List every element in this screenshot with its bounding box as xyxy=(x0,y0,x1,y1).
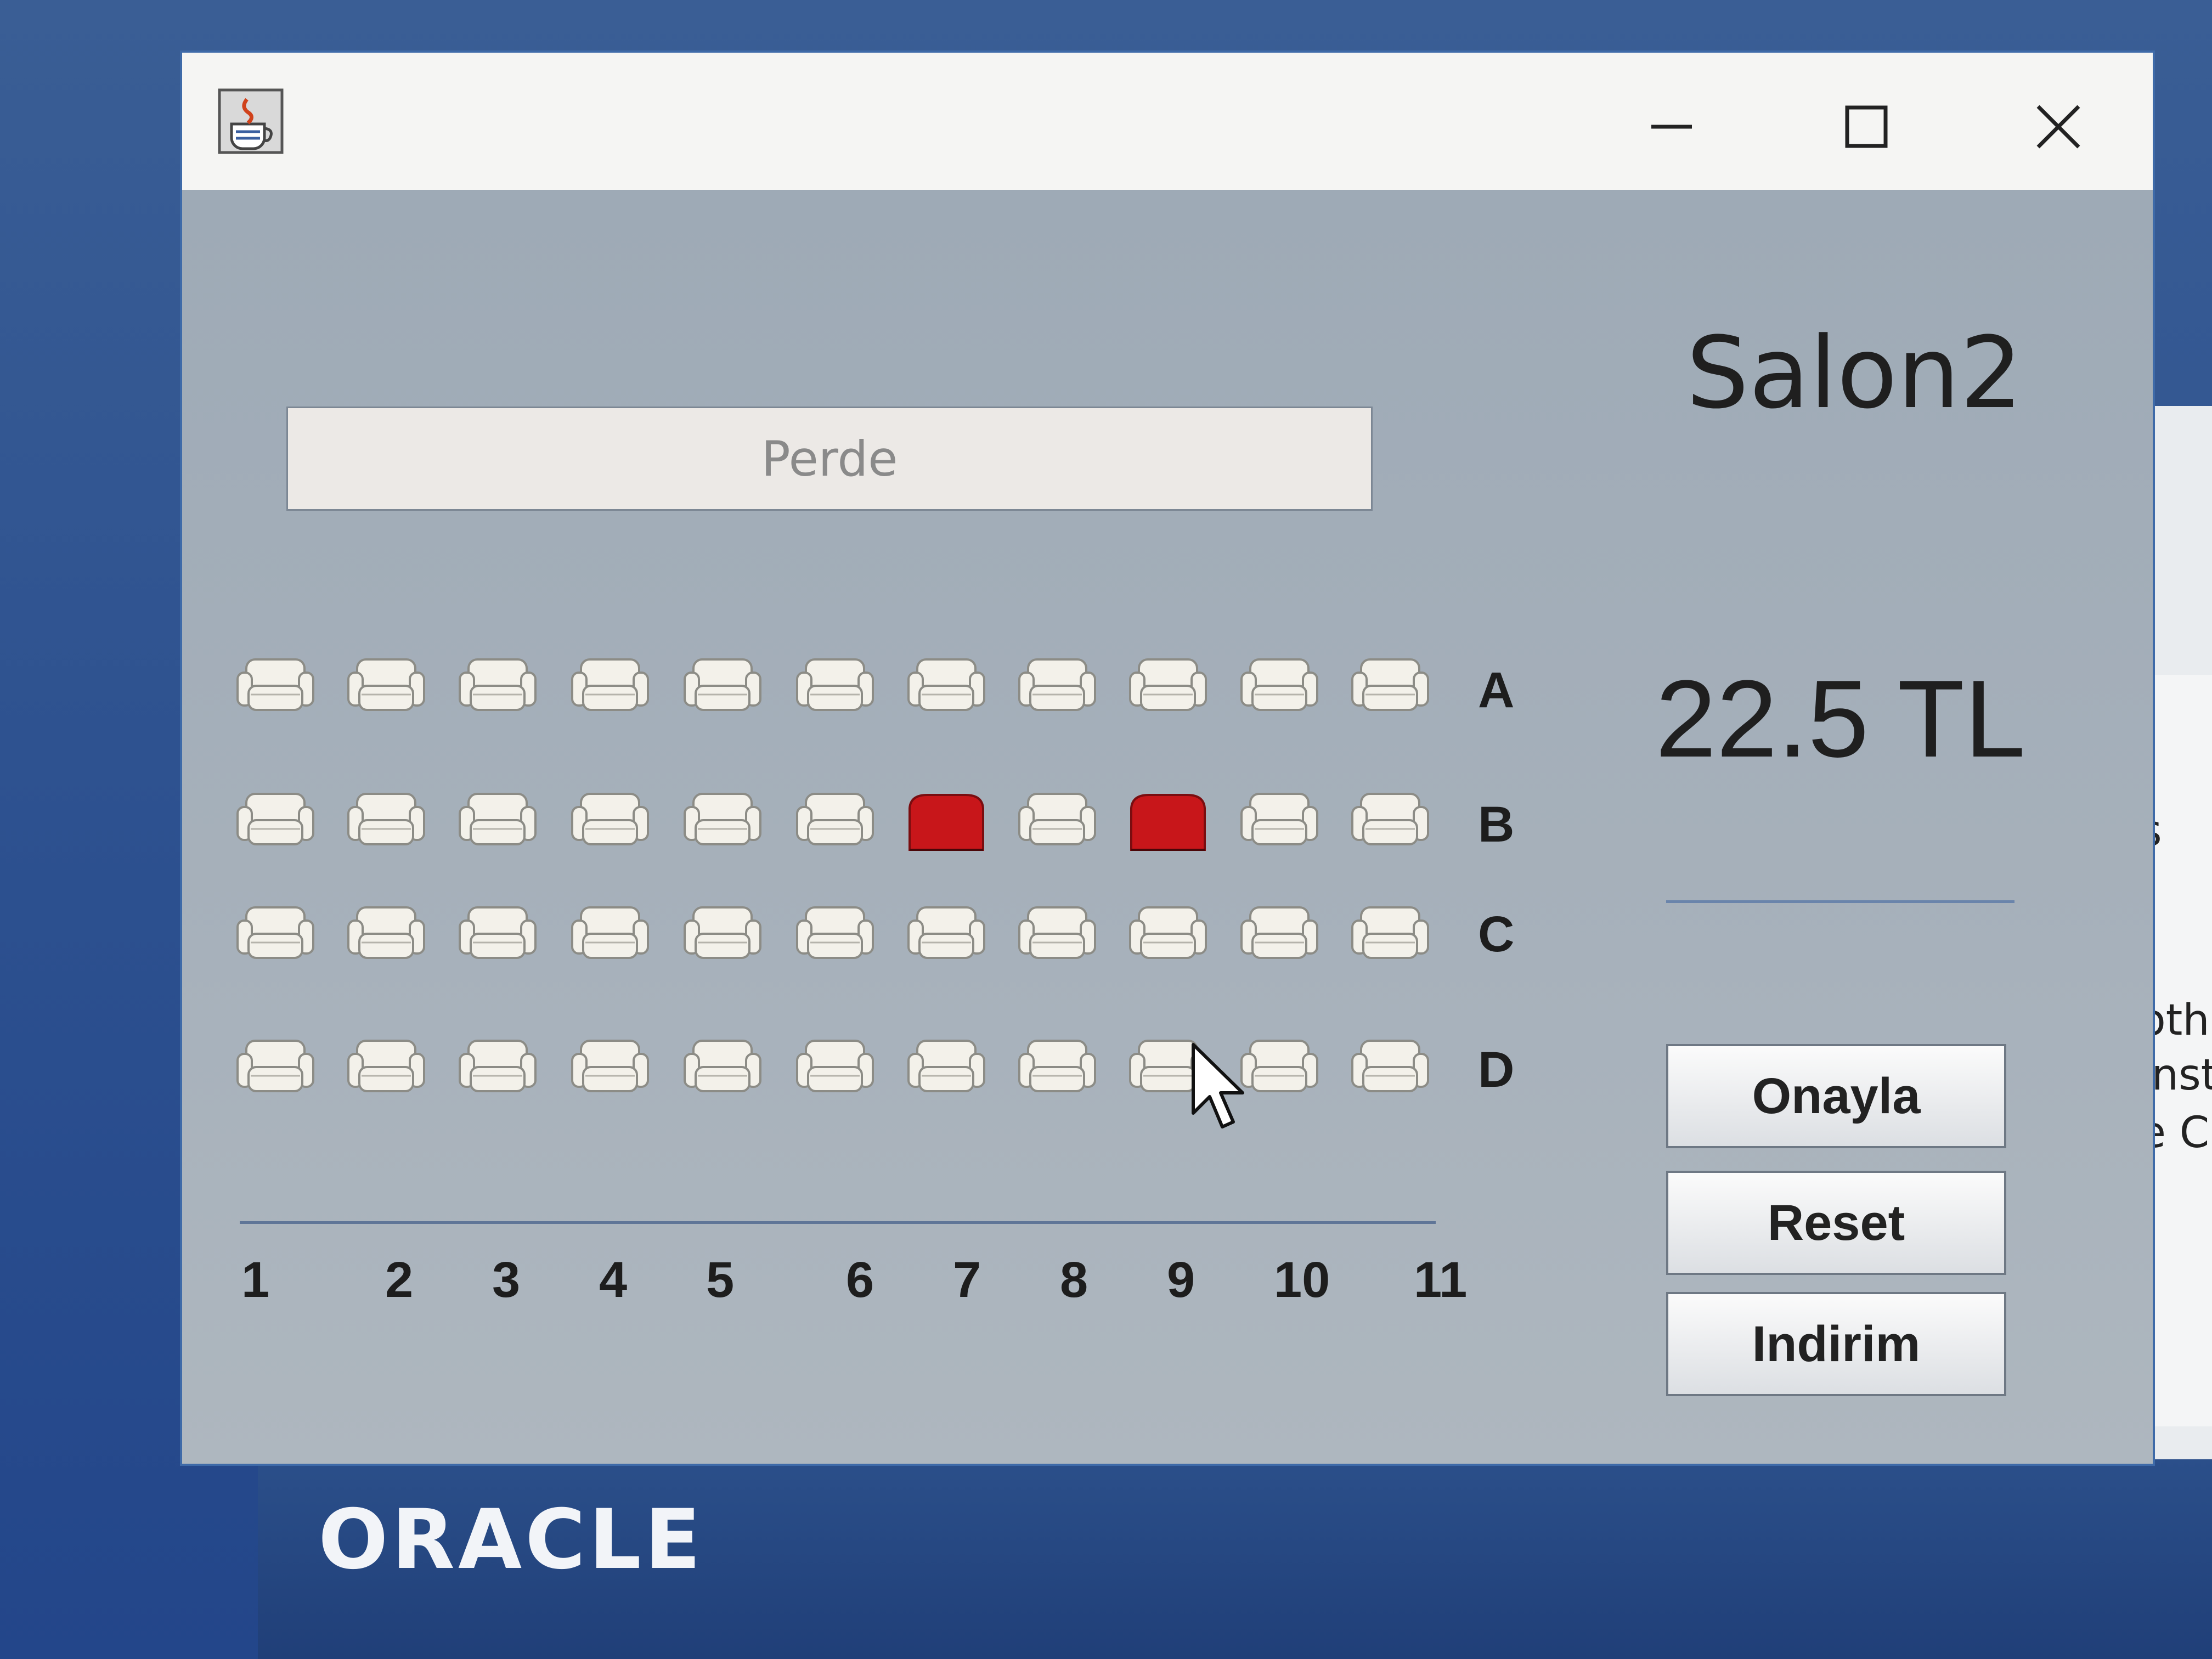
column-label-9: 9 xyxy=(1167,1252,1195,1308)
seat-C9[interactable] xyxy=(1127,904,1209,966)
seat-B11[interactable] xyxy=(1349,791,1431,852)
price-separator xyxy=(1666,900,2015,903)
column-label-5: 5 xyxy=(706,1252,735,1308)
title-bar[interactable] xyxy=(182,53,2153,190)
seat-A10[interactable] xyxy=(1238,656,1321,718)
seat-D3[interactable] xyxy=(456,1037,539,1099)
seat-D5[interactable] xyxy=(681,1037,764,1099)
screen-label: Perde xyxy=(286,407,1373,511)
seat-C5[interactable] xyxy=(681,904,764,966)
column-label-2: 2 xyxy=(385,1252,414,1308)
column-label-6: 6 xyxy=(846,1252,874,1308)
seat-A5[interactable] xyxy=(681,656,764,718)
row-label-D: D xyxy=(1478,1042,1515,1098)
column-label-4: 4 xyxy=(599,1252,628,1308)
seat-D10[interactable] xyxy=(1238,1037,1321,1099)
seat-grid-separator xyxy=(240,1221,1436,1224)
seat-B10[interactable] xyxy=(1238,791,1321,852)
seat-D7[interactable] xyxy=(905,1037,988,1099)
hall-title: Salon2 xyxy=(1686,316,2023,431)
seat-B3[interactable] xyxy=(456,791,539,852)
minimize-icon xyxy=(1651,125,1692,129)
seat-A3[interactable] xyxy=(456,656,539,718)
seat-A7[interactable] xyxy=(905,656,988,718)
seat-D1[interactable] xyxy=(234,1037,317,1099)
oracle-logo: ORACLE xyxy=(318,1492,704,1588)
seat-D6[interactable] xyxy=(794,1037,876,1099)
close-icon xyxy=(2036,105,2080,149)
maximize-button[interactable] xyxy=(1825,91,1908,162)
maximize-icon xyxy=(1845,105,1888,148)
seat-B6[interactable] xyxy=(794,791,876,852)
seat-B4[interactable] xyxy=(569,791,651,852)
close-button[interactable] xyxy=(2017,91,2100,162)
seat-A6[interactable] xyxy=(794,656,876,718)
seat-A8[interactable] xyxy=(1016,656,1098,718)
column-label-3: 3 xyxy=(492,1252,521,1308)
seat-C8[interactable] xyxy=(1016,904,1098,966)
column-label-1: 1 xyxy=(241,1252,270,1308)
seat-B8[interactable] xyxy=(1016,791,1098,852)
seat-C1[interactable] xyxy=(234,904,317,966)
confirm-button[interactable]: Onayla xyxy=(1666,1044,2006,1148)
seat-A4[interactable] xyxy=(569,656,651,718)
reset-button[interactable]: Reset xyxy=(1666,1171,2006,1275)
app-window: Perde Salon2 22.5 TL A B C D 1 2 3 4 5 6 7 8 9 10 11 O… xyxy=(180,50,2155,1466)
seat-C6[interactable] xyxy=(794,904,876,966)
column-label-8: 8 xyxy=(1060,1252,1088,1308)
seat-C3[interactable] xyxy=(456,904,539,966)
seat-C7[interactable] xyxy=(905,904,988,966)
minimize-button[interactable] xyxy=(1630,91,1713,162)
seat-C4[interactable] xyxy=(569,904,651,966)
seat-B2[interactable] xyxy=(345,791,427,852)
seat-A11[interactable] xyxy=(1349,656,1431,718)
discount-button[interactable]: Indirim xyxy=(1666,1292,2006,1396)
seat-B1[interactable] xyxy=(234,791,317,852)
price-label: 22.5 TL xyxy=(1655,658,2025,780)
seat-D11[interactable] xyxy=(1349,1037,1431,1099)
seat-B7[interactable] xyxy=(905,791,988,852)
row-label-A: A xyxy=(1478,662,1515,718)
seat-B5[interactable] xyxy=(681,791,764,852)
main-panel: Perde Salon2 22.5 TL A B C D 1 2 3 4 5 6 7 8 9 10 11 O… xyxy=(182,190,2153,1464)
seat-A1[interactable] xyxy=(234,656,317,718)
column-label-7: 7 xyxy=(953,1252,981,1308)
seat-B9[interactable] xyxy=(1127,791,1209,852)
mouse-cursor-icon xyxy=(1192,1043,1244,1128)
column-label-10: 10 xyxy=(1274,1252,1330,1308)
seat-D4[interactable] xyxy=(569,1037,651,1099)
seat-D2[interactable] xyxy=(345,1037,427,1099)
java-cup-icon[interactable] xyxy=(215,86,286,157)
column-label-11: 11 xyxy=(1414,1252,1468,1308)
seat-A2[interactable] xyxy=(345,656,427,718)
row-label-C: C xyxy=(1478,906,1515,962)
seat-D8[interactable] xyxy=(1016,1037,1098,1099)
row-label-B: B xyxy=(1478,797,1515,853)
seat-C2[interactable] xyxy=(345,904,427,966)
seat-C10[interactable] xyxy=(1238,904,1321,966)
seat-C11[interactable] xyxy=(1349,904,1431,966)
seat-A9[interactable] xyxy=(1127,656,1209,718)
